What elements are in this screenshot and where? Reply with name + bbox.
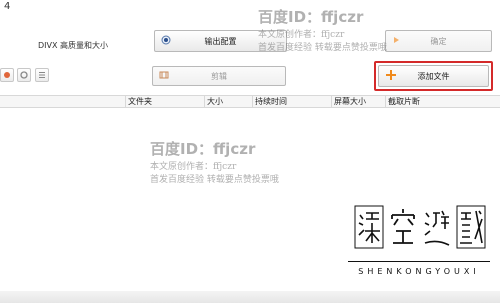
output-config-label: 输出配置	[204, 36, 237, 46]
film-icon	[159, 70, 169, 82]
plus-icon	[385, 69, 397, 83]
arrow-icon	[392, 35, 402, 47]
column-header-duration[interactable]: 持续时间	[252, 96, 333, 107]
logo-char-shen	[354, 205, 384, 249]
column-header-screen-size[interactable]: 屏幕大小	[331, 96, 387, 107]
brand-logo: SHENKONGYOUXI	[344, 205, 494, 295]
cut-button[interactable]: 剪辑	[152, 66, 286, 86]
output-config-button[interactable]: 输出配置	[154, 30, 287, 52]
window-number: 4	[4, 1, 11, 12]
watermark-id: 百度ID：ffjczr	[258, 8, 364, 26]
stop-button[interactable]	[17, 68, 31, 82]
logo-text: SHENKONGYOUXI	[358, 267, 480, 276]
ok-label: 确定	[430, 36, 447, 46]
column-header-clip[interactable]: 截取片断	[385, 96, 448, 107]
add-file-button[interactable]: 添加文件	[378, 65, 489, 87]
file-grid-header: 文件夹 大小 持续时间 屏幕大小 截取片断	[0, 95, 500, 108]
profile-label: DIVX 高质量和大小	[38, 41, 109, 50]
ok-button[interactable]: 确定	[385, 30, 492, 52]
logo-char-kong	[391, 209, 415, 244]
logo-divider	[348, 261, 490, 262]
add-file-label: 添加文件	[417, 71, 450, 81]
cut-label: 剪辑	[211, 71, 227, 81]
column-header-size[interactable]: 大小	[204, 96, 254, 107]
column-header-folder[interactable]: 文件夹	[125, 96, 206, 107]
radio-icon	[161, 35, 171, 47]
play-button[interactable]	[0, 68, 14, 82]
logo-char-you	[424, 210, 450, 246]
list-button[interactable]	[35, 68, 49, 82]
logo-char-xi	[456, 205, 486, 249]
